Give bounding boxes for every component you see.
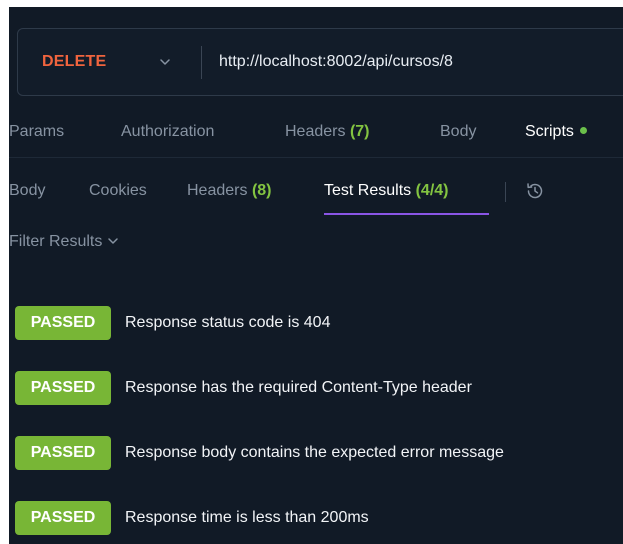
tab-scripts[interactable]: Scripts	[525, 117, 587, 147]
divider	[505, 182, 506, 202]
history-icon[interactable]	[524, 180, 546, 202]
status-badge: PASSED	[15, 371, 111, 405]
test-name: Response body contains the expected erro…	[125, 444, 504, 461]
request-panel: DELETE http://localhost:8002/api/cursos/…	[9, 7, 623, 544]
url-bar: DELETE http://localhost:8002/api/cursos/…	[17, 28, 623, 96]
chevron-down-icon	[108, 238, 119, 244]
request-tabs: Params Authorization Headers (7) Body Sc…	[9, 117, 623, 147]
test-result-row: PASSED Response body contains the expect…	[15, 436, 623, 470]
tab-label: Scripts	[525, 123, 574, 140]
tab-label: Cookies	[89, 182, 147, 199]
tab-body[interactable]: Body	[440, 117, 476, 147]
tab-headers[interactable]: Headers (7)	[285, 117, 370, 147]
tab-authorization[interactable]: Authorization	[121, 117, 214, 147]
url-input[interactable]: http://localhost:8002/api/cursos/8	[219, 29, 453, 95]
active-tab-indicator	[324, 213, 489, 215]
status-dot-icon	[579, 127, 587, 135]
tab-label: Authorization	[121, 123, 215, 140]
tab-response-body[interactable]: Body	[9, 176, 45, 206]
filter-label: Filter Results	[9, 233, 103, 250]
tab-label: Body	[9, 182, 46, 199]
response-tabs: Body Cookies Headers (8) Test Results (4…	[9, 176, 623, 216]
test-name: Response time is less than 200ms	[125, 509, 369, 526]
tab-response-headers[interactable]: Headers (8)	[187, 176, 272, 206]
test-name: Response has the required Content-Type h…	[125, 379, 472, 396]
tab-count: (4/4)	[415, 182, 449, 199]
filter-results-dropdown[interactable]: Filter Results	[9, 233, 120, 251]
tab-test-results[interactable]: Test Results (4/4)	[324, 176, 449, 206]
tab-label: Headers	[187, 182, 248, 199]
tab-label: Test Results	[324, 182, 412, 199]
test-result-row: PASSED Response status code is 404	[15, 306, 623, 340]
status-badge: PASSED	[15, 501, 111, 535]
tab-cookies[interactable]: Cookies	[89, 176, 147, 206]
tab-label: Params	[9, 123, 65, 140]
status-badge: PASSED	[15, 436, 111, 470]
tab-count: (8)	[251, 182, 272, 199]
tab-count: (7)	[349, 123, 370, 140]
chevron-down-icon[interactable]	[158, 55, 172, 69]
divider	[9, 157, 623, 158]
tab-params[interactable]: Params	[9, 117, 64, 147]
test-result-row: PASSED Response has the required Content…	[15, 371, 623, 405]
tab-label: Body	[440, 123, 477, 140]
test-name: Response status code is 404	[125, 314, 331, 331]
status-badge: PASSED	[15, 306, 111, 340]
url-divider	[201, 46, 202, 79]
test-result-row: PASSED Response time is less than 200ms	[15, 501, 623, 535]
method-selector[interactable]: DELETE	[42, 29, 106, 95]
tab-label: Headers	[285, 123, 346, 140]
